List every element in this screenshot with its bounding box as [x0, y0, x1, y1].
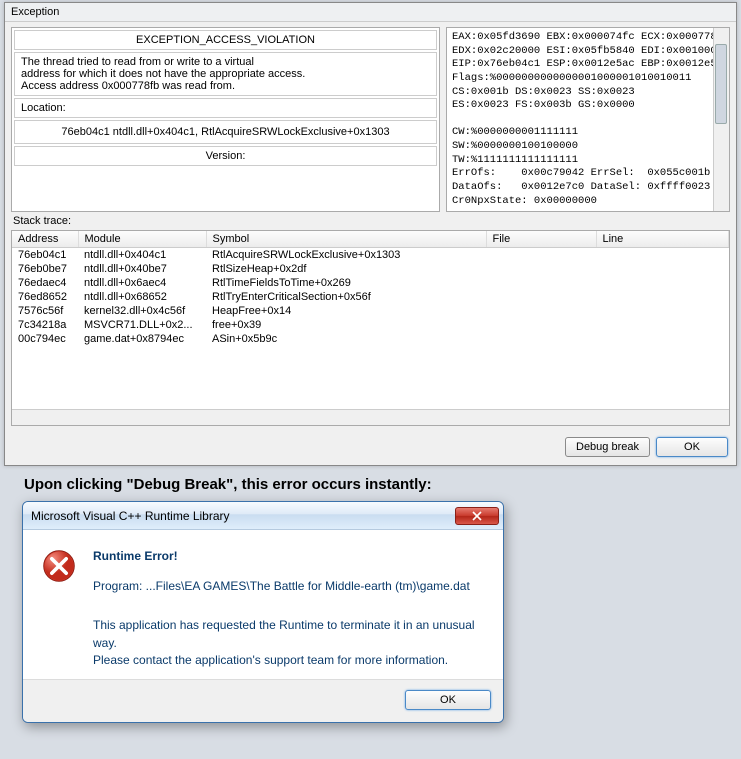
exception-title: EXCEPTION_ACCESS_VIOLATION: [14, 30, 437, 50]
cell-file: [486, 318, 596, 332]
cell-module: MSVCR71.DLL+0x2...: [78, 318, 206, 332]
version-label: Version:: [14, 146, 437, 166]
stack-trace-table-wrap: Address Module Symbol File Line 76eb04c1…: [11, 230, 730, 426]
col-symbol[interactable]: Symbol: [206, 231, 486, 248]
desc-line: address for which it does not have the a…: [21, 68, 430, 80]
runtime-error-heading: Runtime Error!: [93, 548, 485, 565]
cell-file: [486, 248, 596, 263]
error-icon: [41, 548, 77, 584]
cell-symbol: free+0x39: [206, 318, 486, 332]
cell-address: 76edaec4: [12, 276, 78, 290]
cell-line: [596, 262, 729, 276]
scrollbar-vertical[interactable]: [713, 28, 729, 211]
dialog-title: Microsoft Visual C++ Runtime Library: [31, 509, 230, 523]
dialog-ok-button[interactable]: OK: [405, 690, 491, 710]
ok-button[interactable]: OK: [656, 437, 728, 457]
register-dump[interactable]: EAX:0x05fd3690 EBX:0x000074fc ECX:0x0007…: [446, 27, 730, 212]
cell-module: ntdll.dll+0x404c1: [78, 248, 206, 263]
exception-description: The thread tried to read from or write t…: [14, 52, 437, 96]
cell-line: [596, 276, 729, 290]
table-row[interactable]: 7576c56fkernel32.dll+0x4c56fHeapFree+0x1…: [12, 304, 729, 318]
cell-file: [486, 332, 596, 346]
cell-module: ntdll.dll+0x40be7: [78, 262, 206, 276]
debug-break-button[interactable]: Debug break: [565, 437, 650, 457]
cell-symbol: ASin+0x5b9c: [206, 332, 486, 346]
table-row[interactable]: 76ed8652ntdll.dll+0x68652RtlTryEnterCrit…: [12, 290, 729, 304]
cell-module: ntdll.dll+0x68652: [78, 290, 206, 304]
exception-window: Exception EXCEPTION_ACCESS_VIOLATION The…: [4, 2, 737, 466]
cell-line: [596, 332, 729, 346]
cell-address: 00c794ec: [12, 332, 78, 346]
cell-file: [486, 276, 596, 290]
location-label: Location:: [14, 98, 437, 118]
cell-address: 76eb04c1: [12, 248, 78, 263]
cell-module: ntdll.dll+0x6aec4: [78, 276, 206, 290]
desc-line: Access address 0x000778fb was read from.: [21, 80, 430, 92]
table-row[interactable]: 76eb0be7ntdll.dll+0x40be7RtlSizeHeap+0x2…: [12, 262, 729, 276]
error-body-line: Please contact the application's support…: [93, 652, 485, 669]
cell-symbol: RtlTryEnterCriticalSection+0x56f: [206, 290, 486, 304]
program-path: Program: ...Files\EA GAMES\The Battle fo…: [93, 578, 485, 595]
cell-symbol: RtlSizeHeap+0x2df: [206, 262, 486, 276]
table-row[interactable]: 00c794ecgame.dat+0x8794ecASin+0x5b9c: [12, 332, 729, 346]
scrollbar-thumb[interactable]: [715, 44, 727, 124]
cell-symbol: HeapFree+0x14: [206, 304, 486, 318]
col-address[interactable]: Address: [12, 231, 78, 248]
close-icon: [472, 511, 482, 521]
error-body-line: This application has requested the Runti…: [93, 617, 485, 652]
exception-left-pane: EXCEPTION_ACCESS_VIOLATION The thread tr…: [11, 27, 440, 212]
cell-line: [596, 318, 729, 332]
cell-symbol: RtlAcquireSRWLockExclusive+0x1303: [206, 248, 486, 263]
table-row[interactable]: 76edaec4ntdll.dll+0x6aec4RtlTimeFieldsTo…: [12, 276, 729, 290]
dialog-titlebar[interactable]: Microsoft Visual C++ Runtime Library: [23, 502, 503, 530]
scrollbar-horizontal[interactable]: [12, 409, 729, 425]
caption-text: Upon clicking "Debug Break", this error …: [0, 466, 741, 501]
table-row[interactable]: 76eb04c1ntdll.dll+0x404c1RtlAcquireSRWLo…: [12, 248, 729, 263]
cell-address: 7576c56f: [12, 304, 78, 318]
col-file[interactable]: File: [486, 231, 596, 248]
register-text: EAX:0x05fd3690 EBX:0x000074fc ECX:0x0007…: [452, 31, 729, 207]
cell-module: game.dat+0x8794ec: [78, 332, 206, 346]
cell-address: 76ed8652: [12, 290, 78, 304]
cell-line: [596, 248, 729, 263]
col-line[interactable]: Line: [596, 231, 729, 248]
cell-address: 76eb0be7: [12, 262, 78, 276]
col-module[interactable]: Module: [78, 231, 206, 248]
close-button[interactable]: [455, 507, 499, 525]
stack-trace-table: Address Module Symbol File Line 76eb04c1…: [12, 231, 729, 346]
cell-line: [596, 290, 729, 304]
cell-file: [486, 304, 596, 318]
cell-address: 7c34218a: [12, 318, 78, 332]
window-title: Exception: [11, 6, 59, 18]
window-titlebar: Exception: [5, 3, 736, 22]
cell-module: kernel32.dll+0x4c56f: [78, 304, 206, 318]
cell-line: [596, 304, 729, 318]
stack-trace-label: Stack trace:: [5, 212, 736, 230]
location-value: 76eb04c1 ntdll.dll+0x404c1, RtlAcquireSR…: [14, 120, 437, 144]
cell-file: [486, 290, 596, 304]
runtime-error-dialog: Microsoft Visual C++ Runtime Library Run…: [22, 501, 504, 723]
cell-file: [486, 262, 596, 276]
cell-symbol: RtlTimeFieldsToTime+0x269: [206, 276, 486, 290]
dialog-message: Runtime Error! Program: ...Files\EA GAME…: [93, 548, 485, 669]
table-row[interactable]: 7c34218aMSVCR71.DLL+0x2...free+0x39: [12, 318, 729, 332]
desc-line: The thread tried to read from or write t…: [21, 56, 430, 68]
